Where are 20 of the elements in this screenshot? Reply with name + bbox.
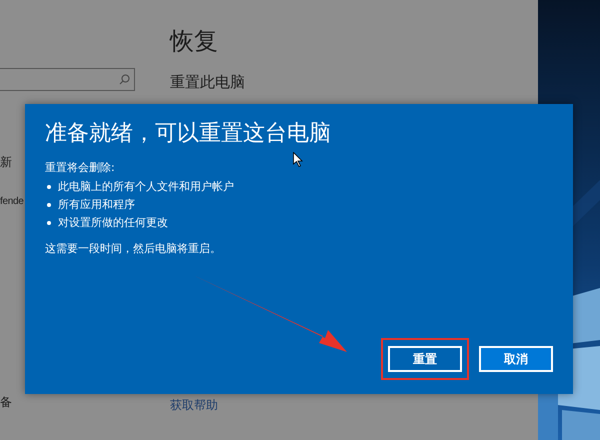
search-icon <box>119 74 130 85</box>
help-link[interactable]: 获取帮助 <box>170 398 218 412</box>
sidebar-item[interactable]: fende <box>0 194 24 210</box>
dialog-text: 重置将会删除: <box>45 160 116 176</box>
dialog-note: 这需要一段时间，然后电脑将重启。 <box>45 241 222 257</box>
bullet-dot <box>47 221 51 225</box>
list-item: 此电脑上的所有个人文件和用户帐户 <box>58 179 234 195</box>
list-item: 所有应用和程序 <box>58 197 135 213</box>
cursor-icon <box>293 152 303 167</box>
cancel-button[interactable]: 取消 <box>479 346 553 372</box>
reset-button[interactable]: 重置 <box>388 346 462 372</box>
bullet-dot <box>47 185 51 189</box>
section-heading: 重置此电脑 <box>170 72 246 92</box>
sidebar-item[interactable]: 新 <box>0 154 12 170</box>
sidebar-item[interactable]: 备 <box>0 394 12 410</box>
bullet-dot <box>47 203 51 207</box>
list-item: 对设置所做的任何更改 <box>58 215 168 231</box>
page-title: 恢复 <box>170 26 219 56</box>
search-field[interactable] <box>0 68 135 91</box>
dialog-title: 准备就绪，可以重置这台电脑 <box>45 120 332 148</box>
